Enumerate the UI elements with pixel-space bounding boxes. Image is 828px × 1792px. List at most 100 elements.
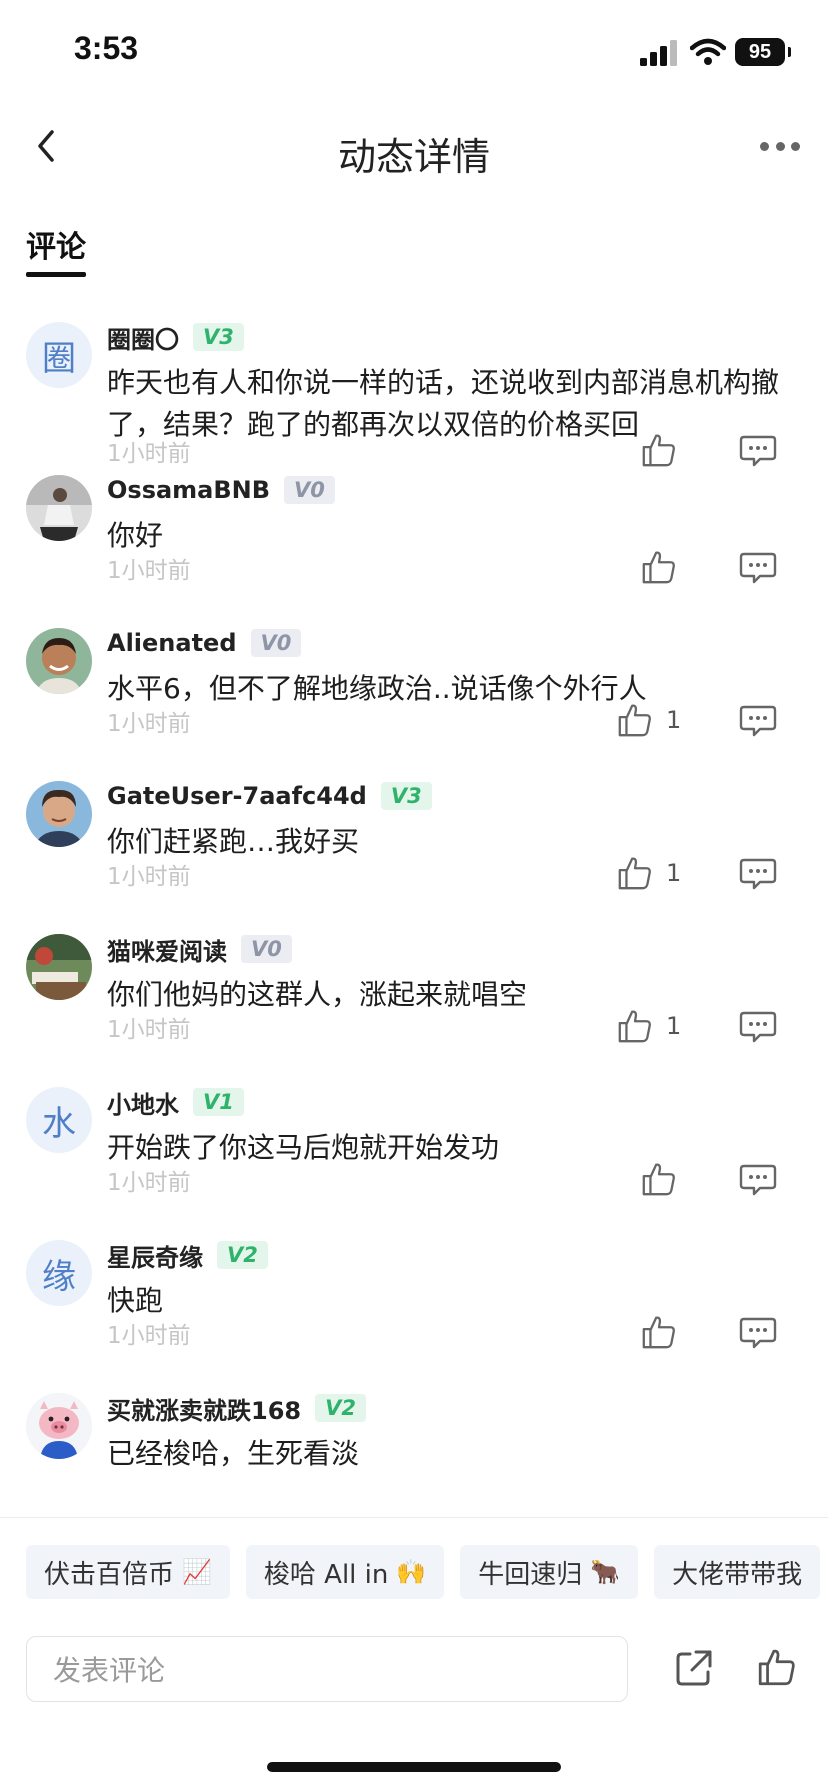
divider [0,1517,828,1518]
comment-list[interactable]: 圈圈圈〇 V3 昨天也有人和你说一样的话，还说收到内部消息机构撤了，结果？跑了的都再… [0,312,828,1517]
user-row: GateUser-7aafc44d V3 [107,779,432,813]
thumbs-up-icon[interactable] [756,1646,798,1688]
tab-comments[interactable]: 评论 [26,222,86,266]
comment-item: Alienated V0 水平6，但不了解地缘政治..说话像个外行人 1小时前 1 [0,618,828,771]
comment-bubble-icon[interactable] [738,1006,778,1046]
quick-reply-bar[interactable]: 伏击百倍币 📈 梭哈 All in 🙌 牛回速归 🐂 大佬带带我 [26,1545,828,1599]
thumbs-up-icon [640,1313,678,1351]
comment-bubble-icon[interactable] [738,700,778,740]
quick-reply-chip[interactable]: 伏击百倍币 📈 [26,1545,230,1599]
chip-emoji-icon: 🙌 [396,1558,427,1586]
avatar[interactable]: 水 [26,1087,92,1153]
level-badge: V1 [193,1088,244,1116]
comment-item: OssamaBNB V0 你好 1小时前 [0,465,828,618]
timestamp: 1小时前 [107,1323,191,1349]
user-row: OssamaBNB V0 [107,473,335,507]
quick-reply-chip[interactable]: 牛回速归 🐂 [460,1545,639,1599]
user-row: 星辰奇缘 V2 [107,1238,268,1272]
avatar[interactable] [26,781,92,847]
level-badge: V3 [380,782,432,810]
status-bar: 3:53 95 [0,0,828,100]
like-count: 1 [666,1012,682,1040]
username[interactable]: 圈圈〇 [107,320,179,355]
timestamp: 1小时前 [107,558,191,584]
wifi-icon [690,38,726,65]
timestamp: 1小时前 [107,711,191,737]
like-button[interactable]: 1 [616,1006,686,1046]
timestamp: 1小时前 [107,1170,191,1196]
thumbs-up-icon [640,1160,678,1198]
comment-text: 水平6，但不了解地缘政治..说话像个外行人 [107,672,647,705]
chip-label: 梭哈 All in [263,1559,389,1590]
avatar[interactable] [26,934,92,1000]
comment-bubble-icon[interactable] [738,547,778,587]
level-badge: V0 [250,629,302,657]
comment-text: 已经梭哈，生死看淡 [107,1437,360,1470]
username[interactable]: Alienated [107,629,237,657]
chip-label: 大佬带带我 [672,1559,803,1590]
like-button[interactable]: 1 [616,853,686,893]
thumbs-up-icon [616,854,654,892]
thumbs-up-icon [616,701,654,739]
chip-emoji-icon: 🐂 [590,1558,621,1586]
like-button[interactable] [640,547,710,587]
user-row: 小地水 V1 [107,1085,244,1119]
comment-bubble-icon[interactable] [738,853,778,893]
like-button[interactable] [640,1159,710,1199]
user-row: 圈圈〇 V3 [107,320,244,354]
avatar[interactable]: 缘 [26,1240,92,1306]
comment-input[interactable]: 发表评论 [26,1636,628,1702]
avatar[interactable]: 圈 [26,322,92,388]
page-title: 动态详情 [337,135,490,179]
username[interactable]: OssamaBNB [107,476,270,504]
user-row: 猫咪爱阅读 V0 [107,932,292,966]
quick-reply-chip[interactable]: 大佬带带我 [654,1545,821,1599]
avatar[interactable] [26,628,92,694]
comment-bubble-icon[interactable] [738,430,778,470]
avatar[interactable] [26,475,92,541]
quick-reply-chip[interactable]: 梭哈 All in 🙌 [245,1545,445,1599]
chip-emoji-icon: 📈 [182,1558,212,1586]
home-indicator [267,1762,561,1772]
level-badge: V3 [193,323,244,351]
timestamp: 1小时前 [107,441,191,467]
username[interactable]: 猫咪爱阅读 [107,932,227,967]
user-row: Alienated V0 [107,626,302,660]
username[interactable]: 星辰奇缘 [107,1238,203,1273]
like-count: 1 [666,706,682,734]
level-badge: V2 [217,1241,268,1269]
battery-indicator: 95 [735,38,791,66]
username[interactable]: GateUser-7aafc44d [107,782,367,810]
chip-label: 伏击百倍币 [44,1559,175,1590]
user-row: 买就涨卖就跌168 V2 [107,1391,366,1425]
signal-icon [640,40,677,66]
like-button[interactable] [640,1312,710,1352]
like-button[interactable] [640,430,710,470]
level-badge: V2 [315,1394,366,1422]
comment-item: 猫咪爱阅读 V0 你们他妈的这群人，涨起来就唱空 1小时前 1 [0,924,828,1077]
more-dots-icon[interactable] [760,136,800,156]
tab-underline [26,272,86,277]
level-badge: V0 [284,476,335,504]
share-icon[interactable] [674,1648,714,1688]
thumbs-up-icon [616,1007,654,1045]
timestamp: 1小时前 [107,864,191,890]
comment-item: 买就涨卖就跌168 V2 已经梭哈，生死看淡 [0,1383,828,1517]
nav-bar: 动态详情 [0,100,828,195]
timestamp: 1小时前 [107,1017,191,1043]
comment-item: 缘星辰奇缘 V2 快跑 1小时前 [0,1230,828,1383]
chip-label: 牛回速归 [478,1559,583,1590]
username[interactable]: 买就涨卖就跌168 [107,1391,301,1426]
like-button[interactable]: 1 [616,700,686,740]
comment-bubble-icon[interactable] [738,1159,778,1199]
username[interactable]: 小地水 [107,1085,179,1120]
thumbs-up-icon [640,548,678,586]
comment-bubble-icon[interactable] [738,1312,778,1352]
comment-item: GateUser-7aafc44d V3 你们赶紧跑…我好买 1小时前 1 [0,771,828,924]
like-count: 1 [666,859,682,887]
avatar[interactable] [26,1393,92,1459]
comment-text: 你们他妈的这群人，涨起来就唱空 [107,978,528,1011]
status-time: 3:53 [74,30,139,66]
level-badge: V0 [241,935,292,963]
thumbs-up-icon [640,431,678,469]
